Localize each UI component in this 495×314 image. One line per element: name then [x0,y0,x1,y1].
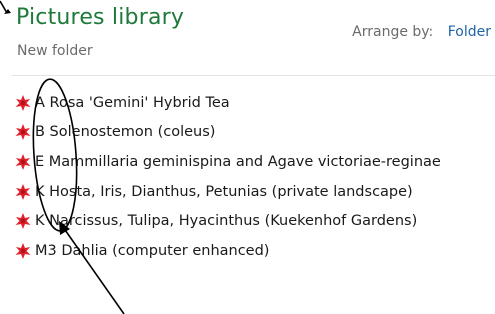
red-flower-icon [14,123,32,141]
folder-list: A Rosa 'Gemini' Hybrid Tea B Solenostemo… [14,88,441,266]
red-flower-icon [14,242,32,260]
arrange-by-label: Arrange by: [352,24,434,40]
folder-label: A Rosa 'Gemini' Hybrid Tea [35,94,230,111]
folder-item[interactable]: K Hosta, Iris, Dianthus, Petunias (priva… [14,177,441,207]
folder-label: M3 Dahlia (computer enhanced) [35,242,270,259]
header-divider [12,75,495,76]
red-flower-icon [14,94,32,112]
pictures-library-pane: Pictures library New folder Arrange by: … [0,0,495,314]
arrange-by-control: Arrange by: Folder [352,24,491,40]
red-flower-icon [14,183,32,201]
page-title: Pictures library [16,5,185,30]
folder-label: B Solenostemon (coleus) [35,124,216,141]
arrange-by-dropdown[interactable]: Folder [448,24,491,40]
red-flower-icon [14,212,32,230]
red-flower-icon [14,153,32,171]
folder-item[interactable]: E Mammillaria geminispina and Agave vict… [14,147,441,177]
folder-item[interactable]: M3 Dahlia (computer enhanced) [14,236,441,266]
folder-item[interactable]: A Rosa 'Gemini' Hybrid Tea [14,88,441,118]
folder-label: E Mammillaria geminispina and Agave vict… [35,153,441,170]
corner-arrow-annotation [0,0,8,14]
folder-item[interactable]: K Narcissus, Tulipa, Hyacinthus (Kuekenh… [14,206,441,236]
new-folder-button[interactable]: New folder [17,43,93,59]
folder-item[interactable]: B Solenostemon (coleus) [14,118,441,148]
folder-label: K Narcissus, Tulipa, Hyacinthus (Kuekenh… [35,213,418,230]
folder-label: K Hosta, Iris, Dianthus, Petunias (priva… [35,183,413,200]
